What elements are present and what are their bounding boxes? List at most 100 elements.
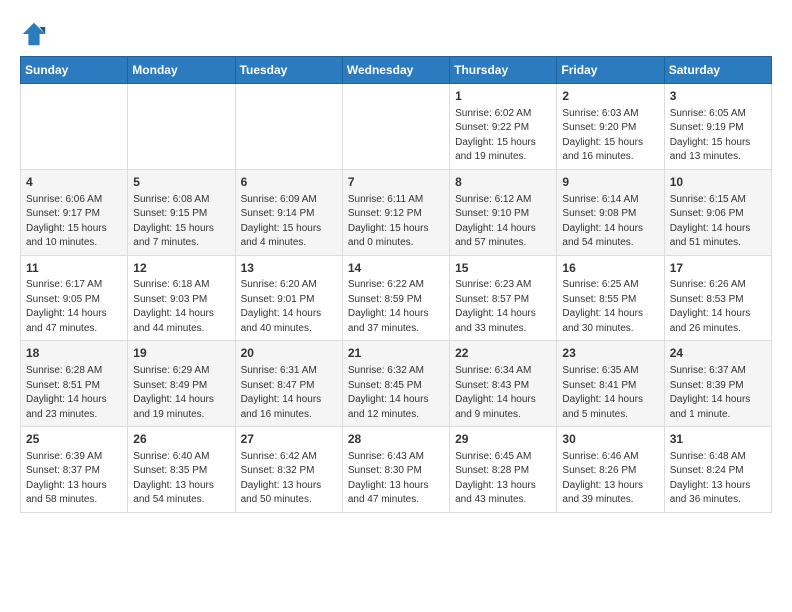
day-info: Sunrise: 6:34 AM Sunset: 8:43 PM Dayligh… <box>455 364 551 422</box>
calendar-cell: 23Sunrise: 6:35 AM Sunset: 8:41 PM Dayli… <box>557 341 664 427</box>
weekday-monday: Monday <box>128 57 235 84</box>
weekday-saturday: Saturday <box>664 57 771 84</box>
day-info: Sunrise: 6:31 AM Sunset: 8:47 PM Dayligh… <box>241 364 337 422</box>
calendar-cell: 2Sunrise: 6:03 AM Sunset: 9:20 PM Daylig… <box>557 84 664 170</box>
day-number: 16 <box>562 260 658 277</box>
calendar-cell: 20 Sunrise: 6:31 AM Sunset: 8:47 PM Dayli… <box>235 341 342 427</box>
calendar-cell: 29 Sunrise: 6:45 AM Sunset: 8:28 PM Dayli… <box>450 427 557 513</box>
day-number: 4 <box>26 174 122 191</box>
calendar-cell <box>235 84 342 170</box>
calendar-cell: 12Sunrise: 6:18 AM Sunset: 9:03 PM Dayli… <box>128 255 235 341</box>
day-number: 21 <box>348 345 444 362</box>
calendar-cell: 31 Sunrise: 6:48 AM Sunset: 8:24 PM Dayli… <box>664 427 771 513</box>
weekday-tuesday: Tuesday <box>235 57 342 84</box>
calendar-cell: 18 Sunrise: 6:28 AM Sunset: 8:51 PM Dayli… <box>21 341 128 427</box>
day-info: Sunrise: 6:28 AM Sunset: 8:51 PM Dayligh… <box>26 364 122 422</box>
weekday-header-row: SundayMondayTuesdayWednesdayThursdayFrid… <box>21 57 772 84</box>
weekday-wednesday: Wednesday <box>342 57 449 84</box>
calendar-cell <box>21 84 128 170</box>
day-number: 25 <box>26 431 122 448</box>
day-info: Sunrise: 6:39 AM Sunset: 8:37 PM Dayligh… <box>26 450 122 508</box>
day-info: Sunrise: 6:02 AM Sunset: 9:22 PM Dayligh… <box>455 107 551 165</box>
day-info: Sunrise: 6:26 AM Sunset: 8:53 PM Dayligh… <box>670 278 766 336</box>
day-number: 31 <box>670 431 766 448</box>
day-info: Sunrise: 6:48 AM Sunset: 8:24 PM Dayligh… <box>670 450 766 508</box>
day-info: Sunrise: 6:08 AM Sunset: 9:15 PM Dayligh… <box>133 193 229 251</box>
day-info: Sunrise: 6:03 AM Sunset: 9:20 PM Dayligh… <box>562 107 658 165</box>
day-number: 10 <box>670 174 766 191</box>
week-row-2: 11Sunrise: 6:17 AM Sunset: 9:05 PM Dayli… <box>21 255 772 341</box>
day-info: Sunrise: 6:46 AM Sunset: 8:26 PM Dayligh… <box>562 450 658 508</box>
day-number: 11 <box>26 260 122 277</box>
day-info: Sunrise: 6:42 AM Sunset: 8:32 PM Dayligh… <box>241 450 337 508</box>
calendar-cell: 7 Sunrise: 6:11 AM Sunset: 9:12 PM Daylig… <box>342 169 449 255</box>
calendar-cell: 4 Sunrise: 6:06 AM Sunset: 9:17 PM Daylig… <box>21 169 128 255</box>
day-number: 1 <box>455 88 551 105</box>
calendar-cell <box>128 84 235 170</box>
calendar-cell: 19 Sunrise: 6:29 AM Sunset: 8:49 PM Dayli… <box>128 341 235 427</box>
day-number: 17 <box>670 260 766 277</box>
day-info: Sunrise: 6:09 AM Sunset: 9:14 PM Dayligh… <box>241 193 337 251</box>
weekday-sunday: Sunday <box>21 57 128 84</box>
header <box>20 16 772 48</box>
day-info: Sunrise: 6:43 AM Sunset: 8:30 PM Dayligh… <box>348 450 444 508</box>
day-number: 14 <box>348 260 444 277</box>
day-number: 22 <box>455 345 551 362</box>
day-info: Sunrise: 6:23 AM Sunset: 8:57 PM Dayligh… <box>455 278 551 336</box>
weekday-thursday: Thursday <box>450 57 557 84</box>
calendar-cell: 17Sunrise: 6:26 AM Sunset: 8:53 PM Dayli… <box>664 255 771 341</box>
day-info: Sunrise: 6:25 AM Sunset: 8:55 PM Dayligh… <box>562 278 658 336</box>
logo-icon <box>20 20 48 48</box>
day-number: 24 <box>670 345 766 362</box>
day-info: Sunrise: 6:35 AM Sunset: 8:41 PM Dayligh… <box>562 364 658 422</box>
day-info: Sunrise: 6:22 AM Sunset: 8:59 PM Dayligh… <box>348 278 444 336</box>
calendar-cell <box>342 84 449 170</box>
day-number: 6 <box>241 174 337 191</box>
calendar-cell: 13Sunrise: 6:20 AM Sunset: 9:01 PM Dayli… <box>235 255 342 341</box>
day-number: 3 <box>670 88 766 105</box>
day-info: Sunrise: 6:45 AM Sunset: 8:28 PM Dayligh… <box>455 450 551 508</box>
day-info: Sunrise: 6:32 AM Sunset: 8:45 PM Dayligh… <box>348 364 444 422</box>
calendar-cell: 30Sunrise: 6:46 AM Sunset: 8:26 PM Dayli… <box>557 427 664 513</box>
week-row-4: 25 Sunrise: 6:39 AM Sunset: 8:37 PM Dayli… <box>21 427 772 513</box>
week-row-0: 1 Sunrise: 6:02 AM Sunset: 9:22 PM Daylig… <box>21 84 772 170</box>
day-info: Sunrise: 6:29 AM Sunset: 8:49 PM Dayligh… <box>133 364 229 422</box>
day-number: 7 <box>348 174 444 191</box>
week-row-3: 18 Sunrise: 6:28 AM Sunset: 8:51 PM Dayli… <box>21 341 772 427</box>
page: SundayMondayTuesdayWednesdayThursdayFrid… <box>0 0 792 525</box>
calendar-cell: 28Sunrise: 6:43 AM Sunset: 8:30 PM Dayli… <box>342 427 449 513</box>
day-info: Sunrise: 6:17 AM Sunset: 9:05 PM Dayligh… <box>26 278 122 336</box>
day-number: 12 <box>133 260 229 277</box>
calendar-cell: 27 Sunrise: 6:42 AM Sunset: 8:32 PM Dayli… <box>235 427 342 513</box>
calendar-cell: 6 Sunrise: 6:09 AM Sunset: 9:14 PM Daylig… <box>235 169 342 255</box>
calendar-cell: 10 Sunrise: 6:15 AM Sunset: 9:06 PM Dayli… <box>664 169 771 255</box>
calendar-cell: 5 Sunrise: 6:08 AM Sunset: 9:15 PM Daylig… <box>128 169 235 255</box>
day-number: 18 <box>26 345 122 362</box>
calendar-cell: 24Sunrise: 6:37 AM Sunset: 8:39 PM Dayli… <box>664 341 771 427</box>
calendar-header: SundayMondayTuesdayWednesdayThursdayFrid… <box>21 57 772 84</box>
day-number: 8 <box>455 174 551 191</box>
day-number: 5 <box>133 174 229 191</box>
calendar-cell: 8 Sunrise: 6:12 AM Sunset: 9:10 PM Daylig… <box>450 169 557 255</box>
day-number: 29 <box>455 431 551 448</box>
calendar-cell: 26Sunrise: 6:40 AM Sunset: 8:35 PM Dayli… <box>128 427 235 513</box>
day-info: Sunrise: 6:15 AM Sunset: 9:06 PM Dayligh… <box>670 193 766 251</box>
day-info: Sunrise: 6:11 AM Sunset: 9:12 PM Dayligh… <box>348 193 444 251</box>
calendar-cell: 16Sunrise: 6:25 AM Sunset: 8:55 PM Dayli… <box>557 255 664 341</box>
day-info: Sunrise: 6:40 AM Sunset: 8:35 PM Dayligh… <box>133 450 229 508</box>
calendar-cell: 21 Sunrise: 6:32 AM Sunset: 8:45 PM Dayli… <box>342 341 449 427</box>
day-number: 27 <box>241 431 337 448</box>
calendar-cell: 9Sunrise: 6:14 AM Sunset: 9:08 PM Daylig… <box>557 169 664 255</box>
calendar-cell: 25 Sunrise: 6:39 AM Sunset: 8:37 PM Dayli… <box>21 427 128 513</box>
day-info: Sunrise: 6:12 AM Sunset: 9:10 PM Dayligh… <box>455 193 551 251</box>
day-number: 9 <box>562 174 658 191</box>
day-info: Sunrise: 6:06 AM Sunset: 9:17 PM Dayligh… <box>26 193 122 251</box>
calendar-cell: 15Sunrise: 6:23 AM Sunset: 8:57 PM Dayli… <box>450 255 557 341</box>
calendar-cell: 11Sunrise: 6:17 AM Sunset: 9:05 PM Dayli… <box>21 255 128 341</box>
calendar-body: 1 Sunrise: 6:02 AM Sunset: 9:22 PM Daylig… <box>21 84 772 513</box>
day-number: 20 <box>241 345 337 362</box>
calendar-table: SundayMondayTuesdayWednesdayThursdayFrid… <box>20 56 772 513</box>
day-number: 19 <box>133 345 229 362</box>
day-info: Sunrise: 6:05 AM Sunset: 9:19 PM Dayligh… <box>670 107 766 165</box>
weekday-friday: Friday <box>557 57 664 84</box>
